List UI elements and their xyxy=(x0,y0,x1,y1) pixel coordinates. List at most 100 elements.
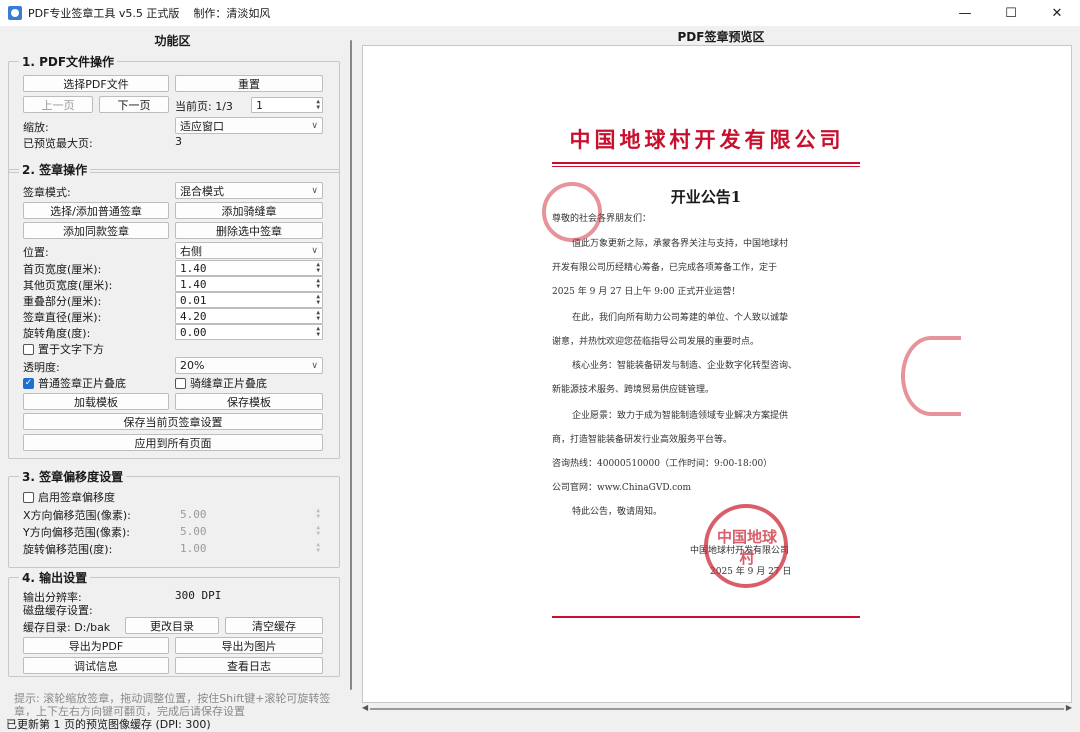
paragraph-1-line-1: 值此万象更新之际，承蒙各界关注与支持，中国地球村 xyxy=(572,239,789,249)
spin-arrows-icon[interactable]: ▲ ▼ xyxy=(316,278,320,290)
preview-canvas[interactable]: 中国地球村开发有限公司 开业公告1 尊敬的社会各界朋友们： 值此万象更新之际，承… xyxy=(362,45,1072,703)
spin-arrows-icon[interactable]: ▲ ▼ xyxy=(316,525,320,537)
left-scrollbar[interactable] xyxy=(347,40,355,690)
close-icon: ✕ xyxy=(1051,5,1063,21)
select-pdf-button[interactable]: 选择PDF文件 xyxy=(23,75,169,92)
apply-all-pages-button[interactable]: 应用到所有页面 xyxy=(23,434,323,451)
function-panel: 功能区 1. PDF文件操作 选择PDF文件 重置 上一页 下一页 当前页: 1… xyxy=(0,26,358,718)
minimize-icon: — xyxy=(958,5,972,21)
other-width-value: 1.40 xyxy=(180,277,207,291)
paragraph-4-line-1: 企业愿景：致力于成为智能制造领域专业解决方案提供 xyxy=(572,411,789,421)
checkbox-icon xyxy=(23,491,34,503)
save-template-button[interactable]: 保存模板 xyxy=(175,393,323,410)
debug-info-button[interactable]: 调试信息 xyxy=(23,657,169,674)
save-page-settings-button[interactable]: 保存当前页签章设置 xyxy=(23,413,323,430)
spin-arrows-icon[interactable]: ▲ ▼ xyxy=(316,542,320,554)
below-text-checkbox[interactable]: 置于文字下方 xyxy=(23,341,104,357)
paragraph-3-line-2: 新能源技术服务、跨境贸易供应链管理。 xyxy=(552,385,715,395)
load-template-button[interactable]: 加载模板 xyxy=(23,393,169,410)
faded-seal[interactable] xyxy=(542,182,602,242)
riding-seal[interactable] xyxy=(901,336,961,416)
normal-multiply-label: 普通签章正片叠底 xyxy=(38,377,126,390)
preview-hscrollbar[interactable]: ◀ ▶ xyxy=(362,703,1072,714)
riding-multiply-checkbox[interactable]: 骑缝章正片叠底 xyxy=(175,375,267,391)
below-text-label: 置于文字下方 xyxy=(38,343,104,356)
left-scrollbar-thumb[interactable] xyxy=(350,40,352,690)
select-add-seal-button[interactable]: 选择/添加普通签章 xyxy=(23,202,169,219)
preview-heading: PDF签章预览区 xyxy=(677,30,765,44)
position-select[interactable]: 右侧 ∨ xyxy=(175,242,323,259)
company-seal[interactable]: 中国地球村 xyxy=(704,504,788,588)
cache-settings-label: 磁盘缓存设置: xyxy=(23,604,93,617)
add-same-seal-button[interactable]: 添加同款签章 xyxy=(23,222,169,239)
enable-offset-label: 启用签章偏移度 xyxy=(38,491,115,504)
scroll-right-icon[interactable]: ▶ xyxy=(1066,703,1072,712)
reset-button[interactable]: 重置 xyxy=(175,75,323,92)
spin-arrows-icon[interactable]: ▲ ▼ xyxy=(316,508,320,520)
riding-multiply-label: 骑缝章正片叠底 xyxy=(190,377,267,390)
change-dir-button[interactable]: 更改目录 xyxy=(125,617,219,634)
diameter-value: 4.20 xyxy=(180,309,207,323)
other-width-label: 其他页宽度(厘米): xyxy=(23,279,113,292)
seal-text: 中国地球村 xyxy=(716,528,777,567)
pdf-ops-title: 1. PDF文件操作 xyxy=(19,53,118,70)
export-pdf-button[interactable]: 导出为PDF xyxy=(23,637,169,654)
close-button[interactable]: ✕ xyxy=(1034,0,1080,26)
x-offset-input[interactable]: 5.00 ▲ ▼ xyxy=(175,506,323,522)
page-number-value: 1 xyxy=(256,98,263,112)
export-image-button[interactable]: 导出为图片 xyxy=(175,637,323,654)
opacity-label: 透明度: xyxy=(23,361,60,374)
spin-arrows-icon[interactable]: ▲ ▼ xyxy=(316,294,320,306)
rotation-input[interactable]: 0.00 ▲ ▼ xyxy=(175,324,323,340)
add-riding-seal-button[interactable]: 添加骑缝章 xyxy=(175,202,323,219)
offset-title: 3. 签章偏移度设置 xyxy=(19,468,127,485)
next-page-button[interactable]: 下一页 xyxy=(99,96,169,113)
x-offset-label: X方向偏移范围(像素): xyxy=(23,509,131,522)
opacity-select[interactable]: 20% ∨ xyxy=(175,357,323,374)
spin-arrows-icon[interactable]: ▲ ▼ xyxy=(316,99,320,111)
overlap-value: 0.01 xyxy=(180,293,207,307)
seal-ops-title: 2. 签章操作 xyxy=(19,161,91,178)
clear-cache-button[interactable]: 清空缓存 xyxy=(225,617,323,634)
normal-multiply-checkbox[interactable]: ✓ 普通签章正片叠底 xyxy=(23,375,126,391)
zoom-select[interactable]: 适应窗口 ∨ xyxy=(175,117,323,134)
maximize-button[interactable]: ☐ xyxy=(988,0,1034,26)
seal-mode-select[interactable]: 混合模式 ∨ xyxy=(175,182,323,199)
spin-arrows-icon[interactable]: ▲ ▼ xyxy=(316,310,320,322)
paragraph-1-line-2: 开发有限公司历经精心筹备，已完成各项筹备工作，定于 xyxy=(552,263,778,273)
seal-mode-label: 签章模式: xyxy=(23,186,71,199)
paragraph-4-line-2: 商，打造智能装备研发行业高效服务平台等。 xyxy=(552,435,733,445)
scroll-left-icon[interactable]: ◀ xyxy=(362,703,368,712)
paragraph-2-line-2: 谢意，并热忱欢迎您莅临指导公司发展的重要时点。 xyxy=(552,337,760,347)
red-divider xyxy=(552,162,860,164)
spin-arrows-icon[interactable]: ▲ ▼ xyxy=(316,326,320,338)
view-log-button[interactable]: 查看日志 xyxy=(175,657,323,674)
delete-selected-seal-button[interactable]: 删除选中签章 xyxy=(175,222,323,239)
rot-offset-label: 旋转偏移范围(度): xyxy=(23,543,113,556)
seal-ops-group: 2. 签章操作 签章模式: 混合模式 ∨ 选择/添加普通签章 添加骑缝章 添加同… xyxy=(8,161,340,459)
y-offset-label: Y方向偏移范围(像素): xyxy=(23,526,131,539)
preview-hscrollbar-thumb[interactable] xyxy=(370,708,1064,710)
diameter-input[interactable]: 4.20 ▲ ▼ xyxy=(175,308,323,324)
rot-offset-input[interactable]: 1.00 ▲ ▼ xyxy=(175,540,323,556)
page-number-input[interactable]: 1 ▲ ▼ xyxy=(251,97,323,113)
minimize-button[interactable]: — xyxy=(942,0,988,26)
seal-mode-value: 混合模式 xyxy=(180,184,224,198)
website-line: 公司官网：www.ChinaGVD.com xyxy=(552,483,692,493)
prev-page-button[interactable]: 上一页 xyxy=(23,96,93,113)
overlap-input[interactable]: 0.01 ▲ ▼ xyxy=(175,292,323,308)
checkbox-checked-icon: ✓ xyxy=(23,377,34,389)
first-width-input[interactable]: 1.40 ▲ ▼ xyxy=(175,260,323,276)
other-width-input[interactable]: 1.40 ▲ ▼ xyxy=(175,276,323,292)
y-offset-input[interactable]: 5.00 ▲ ▼ xyxy=(175,523,323,539)
current-page-label: 当前页: 1/3 xyxy=(175,100,233,113)
overlap-label: 重叠部分(厘米): xyxy=(23,295,102,308)
y-offset-value: 5.00 xyxy=(180,524,207,538)
first-width-label: 首页宽度(厘米): xyxy=(23,263,102,276)
paragraph-2-line-1: 在此，我们向所有助力公司筹建的单位、个人致以诚挚 xyxy=(572,313,789,323)
enable-offset-checkbox[interactable]: 启用签章偏移度 xyxy=(23,489,115,505)
first-width-value: 1.40 xyxy=(180,261,207,275)
spin-arrows-icon[interactable]: ▲ ▼ xyxy=(316,262,320,274)
checkbox-icon xyxy=(175,377,186,389)
dpi-value: 300 DPI xyxy=(175,589,222,602)
